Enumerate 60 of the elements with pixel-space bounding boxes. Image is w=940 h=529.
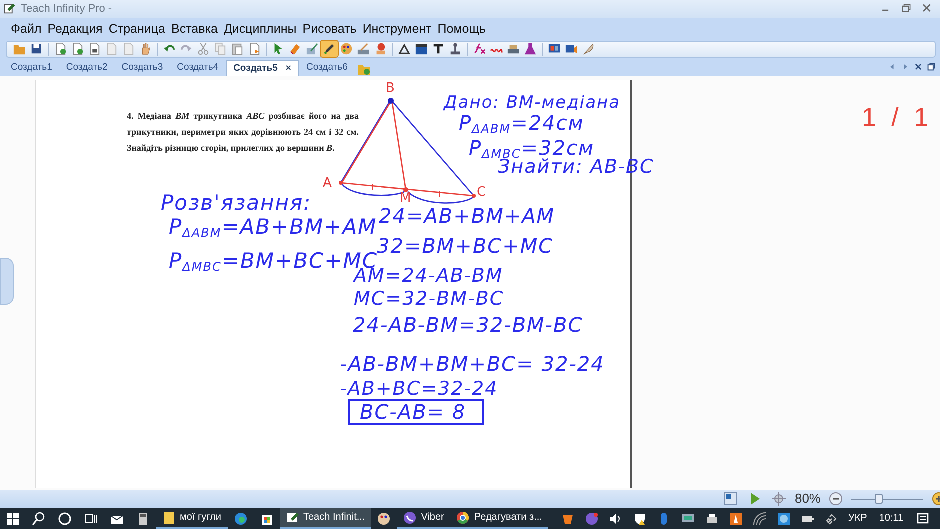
handwritten-text: Дано: BM-медіана [444, 92, 621, 114]
scroll-left-icon[interactable] [888, 62, 897, 72]
handwritten-text: -AB-BM+BM+BC= 32-24 [340, 353, 605, 375]
side-panel-handle[interactable] [0, 258, 14, 305]
window-title: Teach Infinity Pro - [21, 2, 114, 17]
app-icon [4, 2, 17, 16]
tab[interactable]: Создать5 × [226, 60, 300, 76]
answer-box: BC-AB= 8 [348, 399, 484, 425]
handwritten-text: 24=AB+BM+AM [379, 205, 556, 227]
menu-item[interactable]: Редакция [44, 20, 106, 38]
zoom-slider-thumb[interactable] [875, 494, 884, 504]
menu-item[interactable]: Помощь [434, 20, 490, 38]
menu-item[interactable]: Страница [106, 20, 168, 38]
language-indicator[interactable]: УКР [844, 511, 872, 526]
pencil-box-icon[interactable] [304, 41, 321, 57]
close-tab-icon[interactable] [914, 62, 923, 72]
tab[interactable]: Создать1 [4, 60, 60, 76]
scroll-right-icon[interactable] [901, 62, 910, 72]
tab[interactable]: Создать2 [59, 60, 115, 76]
palette-icon[interactable] [338, 41, 355, 57]
triangle-icon[interactable] [396, 41, 413, 57]
taskbar-button[interactable]: Редагувати з... [450, 508, 548, 529]
menu-item[interactable]: Дисциплины [220, 20, 300, 38]
taskbar-button[interactable]: Viber [397, 508, 450, 529]
tab[interactable]: Создать3 [114, 60, 170, 76]
folder-icon [162, 510, 176, 524]
tab-close-button[interactable]: × [286, 62, 292, 74]
handwritten-text: 24-AB-BM=32-BM-BC [353, 314, 584, 336]
tab[interactable]: Создать6 [299, 60, 355, 76]
zoom-in-icon[interactable] [931, 492, 940, 506]
handwritten-text: P$_{ΔMBC}$=32см [469, 137, 595, 159]
taskbar-button[interactable]: мої гугли [156, 508, 228, 529]
vertex-label: B [386, 82, 395, 96]
zoom-percent: 80% [794, 490, 821, 508]
vertex-label: C [477, 186, 486, 200]
pen-icon[interactable] [321, 41, 338, 57]
handwritten-text: 32=BM+BC+MC [377, 235, 554, 257]
clock[interactable]: 10:11 [871, 511, 912, 526]
layout-icon[interactable] [722, 492, 739, 506]
handwritten-text: -AB+BC=32-24 [340, 378, 498, 400]
menu-item[interactable]: Инструмент [360, 20, 435, 38]
menu-item[interactable]: Файл [8, 20, 45, 38]
handwritten-text: P$_{ΔABM}$=24см [459, 112, 584, 134]
menu-item[interactable]: Рисовать [300, 20, 360, 38]
vertex-label: A [323, 177, 332, 191]
app-icon [286, 510, 300, 524]
zoom-out-icon[interactable] [829, 492, 843, 506]
taskbar-button[interactable]: Teach Infinit... [280, 508, 372, 529]
tab[interactable]: Создать4 [170, 60, 226, 76]
vertex-label: M [400, 192, 412, 206]
menu-item[interactable]: Вставка [168, 20, 221, 38]
handwritten-text: P$_{ΔABM}$=AB+BM+AM [169, 216, 378, 238]
handwritten-text: MC=32-BM-BC [354, 288, 504, 310]
target-icon[interactable] [770, 492, 787, 506]
window-icon[interactable] [927, 62, 936, 72]
problem-text: 4. Медіана BM трикутника ABC розбиває його на два трикутники, периметри яких дорівнюють 24 см і 32 см. Знайдіть різницю сторін, прилеглих до вершини B. [127, 110, 359, 155]
handwritten-text: Розв'язання: [161, 192, 312, 214]
page-counter: 1 / 1 [862, 101, 933, 134]
tab-label: Создать5 [234, 62, 278, 74]
pencil-tray-icon[interactable] [355, 41, 372, 57]
